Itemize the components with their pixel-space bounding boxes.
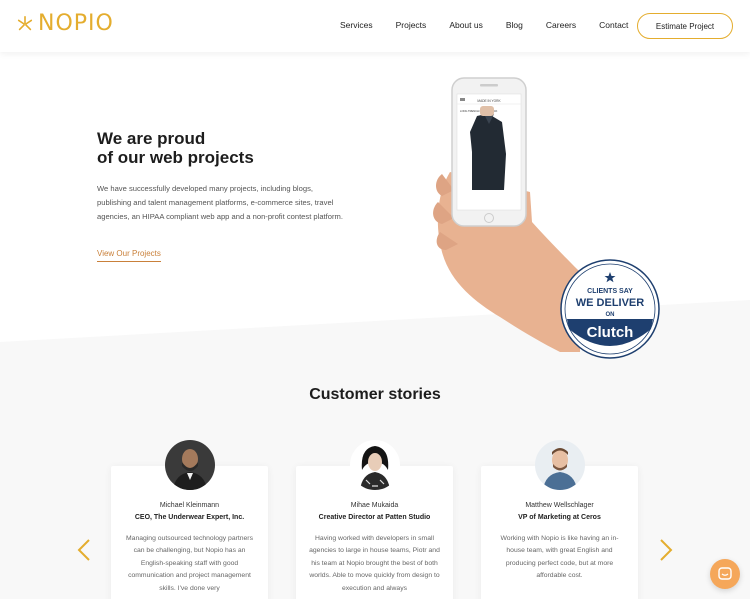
logo[interactable]: NOPIO <box>16 11 114 36</box>
badge-line1: CLIENTS SAY <box>587 288 633 295</box>
hero-description: We have successfully developed many proj… <box>97 184 343 221</box>
hero-title-line1: We are proud <box>97 129 206 148</box>
hero-title: We are proud of our web projects <box>97 129 254 167</box>
story-quote: Working with Nopio is like having an in-… <box>500 535 619 580</box>
chat-bubble-icon <box>718 567 732 580</box>
badge-brand: Clutch <box>587 324 634 341</box>
chevron-right-icon[interactable] <box>659 539 673 561</box>
story-role: CEO, The Underwear Expert, Inc. <box>134 514 245 521</box>
estimate-project-button[interactable]: Estimate Project <box>637 13 733 39</box>
hero-title-line2: of our web projects <box>97 148 254 167</box>
nav-about-us[interactable]: About us <box>449 20 483 30</box>
view-projects-link[interactable]: View Our Projects <box>97 249 161 262</box>
main-nav: Services Projects About us Blog Careers … <box>340 20 651 30</box>
chevron-left-icon[interactable] <box>77 539 91 561</box>
avatar <box>165 440 215 490</box>
story-role: VP of Marketing at Ceros <box>518 514 601 521</box>
story-quote: Managing outsourced technology partners … <box>126 535 253 592</box>
story-quote: Having worked with developers in small a… <box>309 535 440 592</box>
avatar <box>350 440 400 490</box>
badge-line2: WE DELIVER <box>576 297 645 309</box>
badge-line3: ON <box>606 312 615 318</box>
story-name: Mihae Mukaida <box>350 502 399 509</box>
story-name: Michael Kleinmann <box>159 502 220 509</box>
avatar <box>535 440 585 490</box>
phone-in-hand-image: MADE IN YORK LONG TRENCH COAT - BLACK <box>433 77 580 352</box>
story-role: Creative Director at Patten Studio <box>318 514 431 521</box>
nav-careers[interactable]: Careers <box>546 20 576 30</box>
nav-services[interactable]: Services <box>340 20 373 30</box>
nav-blog[interactable]: Blog <box>506 20 523 30</box>
chat-button[interactable] <box>710 559 740 589</box>
clutch-badge[interactable]: CLIENTS SAY WE DELIVER ON Clutch <box>560 259 660 359</box>
nav-projects[interactable]: Projects <box>396 20 427 30</box>
nav-contact[interactable]: Contact <box>599 20 628 30</box>
story-name: Matthew Wellschlager <box>525 502 594 509</box>
asterisk-logo-icon <box>17 15 33 30</box>
site-header: NOPIO Services Projects About us Blog Ca… <box>0 0 750 52</box>
section-title-customer-stories: Customer stories <box>309 386 441 403</box>
logo-text: NOPIO <box>38 11 114 36</box>
phone-store-name: MADE IN YORK <box>477 99 501 103</box>
